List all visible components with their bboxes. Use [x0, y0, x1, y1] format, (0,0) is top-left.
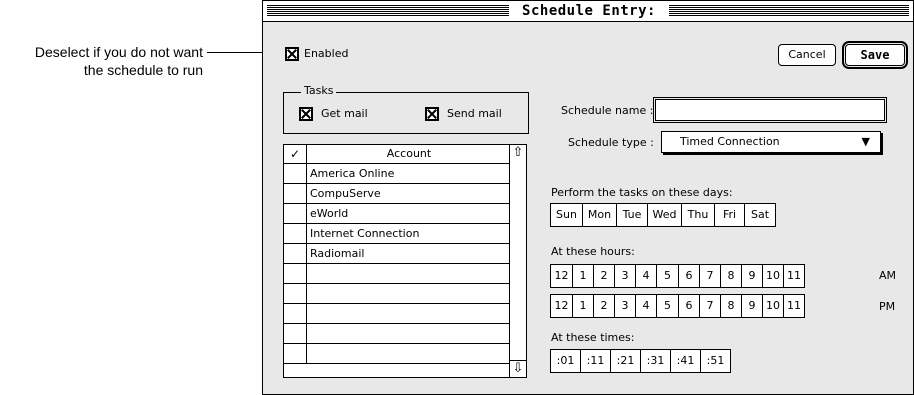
hour-am-toggle[interactable]: 1 — [572, 264, 594, 288]
minute-toggle[interactable]: :21 — [610, 349, 641, 373]
send-mail-checkbox[interactable] — [425, 107, 439, 121]
hour-am-toggle[interactable]: 6 — [678, 264, 700, 288]
account-list[interactable]: ✓ Account America Online CompuServe eWorld… — [283, 144, 527, 378]
account-column-header: Account — [386, 147, 432, 160]
account-list-scrollbar[interactable]: ⇧ ⇩ — [509, 145, 526, 377]
hour-pm-toggle[interactable]: 8 — [720, 294, 742, 318]
hour-pm-toggle[interactable]: 6 — [678, 294, 700, 318]
chevron-down-icon: ▼ — [861, 135, 870, 148]
account-name: eWorld — [310, 207, 349, 220]
hour-pm-toggle[interactable]: 2 — [593, 294, 615, 318]
day-toggle[interactable]: Tue — [616, 203, 648, 227]
day-toggle[interactable]: Sat — [744, 203, 776, 227]
get-mail-label: Get mail — [321, 107, 368, 120]
account-row[interactable] — [284, 344, 512, 364]
hour-pm-toggle[interactable]: 12 — [550, 294, 573, 318]
account-row[interactable] — [284, 284, 512, 304]
minute-toggle[interactable]: :31 — [640, 349, 671, 373]
minute-toggle[interactable]: :01 — [550, 349, 581, 373]
callout-line-2: the schedule to run — [83, 62, 203, 78]
account-check-cell[interactable] — [284, 204, 307, 223]
account-name: America Online — [310, 167, 395, 180]
account-check-cell[interactable] — [284, 284, 307, 303]
minute-toggle[interactable]: :51 — [700, 349, 731, 373]
hour-am-toggle[interactable]: 2 — [593, 264, 615, 288]
hour-pm-toggle[interactable]: 5 — [656, 294, 679, 318]
account-row[interactable]: Internet Connection — [284, 224, 512, 244]
account-name: CompuServe — [310, 187, 381, 200]
times-label: At these times: — [551, 331, 635, 344]
hour-am-toggle[interactable]: 4 — [635, 264, 657, 288]
schedule-type-label: Schedule type : — [568, 136, 654, 149]
title-stripes-right — [669, 5, 909, 16]
hour-pm-toggle[interactable]: 10 — [762, 294, 784, 318]
account-check-cell[interactable] — [284, 244, 307, 263]
hour-am-toggle[interactable]: 11 — [783, 264, 805, 288]
account-check-cell[interactable] — [284, 344, 307, 363]
account-check-cell[interactable] — [284, 184, 307, 203]
day-toggle[interactable]: Mon — [582, 203, 617, 227]
hour-am-toggle[interactable]: 8 — [720, 264, 742, 288]
account-row[interactable]: CompuServe — [284, 184, 512, 204]
hour-am-toggle[interactable]: 9 — [741, 264, 763, 288]
schedule-type-value: Timed Connection — [680, 135, 780, 148]
account-check-cell[interactable] — [284, 304, 307, 323]
window-title: Schedule Entry: — [513, 1, 665, 21]
hour-pm-toggle[interactable]: 11 — [783, 294, 805, 318]
hour-am-toggle[interactable]: 7 — [699, 264, 721, 288]
hour-am-toggle[interactable]: 10 — [762, 264, 784, 288]
schedule-type-popup[interactable]: Timed Connection ▼ — [661, 131, 881, 153]
account-row[interactable] — [284, 324, 512, 344]
cancel-button[interactable]: Cancel — [778, 44, 836, 66]
callout-line-1: Deselect if you do not want — [34, 44, 203, 60]
day-toggle[interactable]: Wed — [647, 203, 682, 227]
hour-pm-toggle[interactable]: 3 — [614, 294, 636, 318]
schedule-entry-window: Schedule Entry: Enabled Cancel Save Task… — [262, 0, 914, 395]
day-toggle[interactable]: Fri — [714, 203, 745, 227]
save-button[interactable]: Save — [842, 41, 908, 69]
hour-am-toggle[interactable]: 12 — [550, 264, 573, 288]
scroll-down-arrow-icon[interactable]: ⇩ — [510, 360, 526, 377]
tasks-group-title: Tasks — [301, 84, 337, 98]
day-toggle[interactable]: Thu — [681, 203, 715, 227]
scroll-up-arrow-icon[interactable]: ⇧ — [510, 145, 526, 161]
enabled-label: Enabled — [304, 47, 349, 60]
schedule-name-field[interactable] — [653, 97, 887, 123]
hour-am-toggle[interactable]: 3 — [614, 264, 636, 288]
title-bar[interactable]: Schedule Entry: — [263, 1, 913, 22]
day-toggle[interactable]: Sun — [550, 203, 583, 227]
send-mail-label: Send mail — [447, 107, 502, 120]
check-column-header: ✓ — [284, 145, 307, 163]
schedule-name-label: Schedule name : — [561, 104, 654, 117]
am-label: AM — [879, 269, 897, 282]
account-check-cell[interactable] — [284, 164, 307, 183]
minute-toggle[interactable]: :41 — [670, 349, 701, 373]
get-mail-checkbox[interactable] — [299, 107, 313, 121]
hour-pm-toggle[interactable]: 7 — [699, 294, 721, 318]
hours-label: At these hours: — [551, 245, 635, 258]
account-row[interactable]: eWorld — [284, 204, 512, 224]
account-check-cell[interactable] — [284, 224, 307, 243]
hour-pm-toggle[interactable]: 9 — [741, 294, 763, 318]
account-name: Radiomail — [310, 247, 365, 260]
account-name: Internet Connection — [310, 227, 420, 240]
account-row[interactable] — [284, 264, 512, 284]
account-check-cell[interactable] — [284, 324, 307, 343]
hour-pm-toggle[interactable]: 1 — [572, 294, 594, 318]
enabled-checkbox[interactable] — [285, 47, 299, 61]
days-label: Perform the tasks on these days: — [551, 186, 733, 199]
hour-pm-toggle[interactable]: 4 — [635, 294, 657, 318]
pm-label: PM — [879, 300, 896, 313]
hour-am-toggle[interactable]: 5 — [656, 264, 679, 288]
account-check-cell[interactable] — [284, 264, 307, 283]
account-list-header: ✓ Account — [284, 145, 512, 164]
title-stripes-left — [267, 5, 509, 16]
account-row[interactable]: America Online — [284, 164, 512, 184]
account-row[interactable] — [284, 304, 512, 324]
account-row[interactable]: Radiomail — [284, 244, 512, 264]
minute-toggle[interactable]: :11 — [580, 349, 611, 373]
